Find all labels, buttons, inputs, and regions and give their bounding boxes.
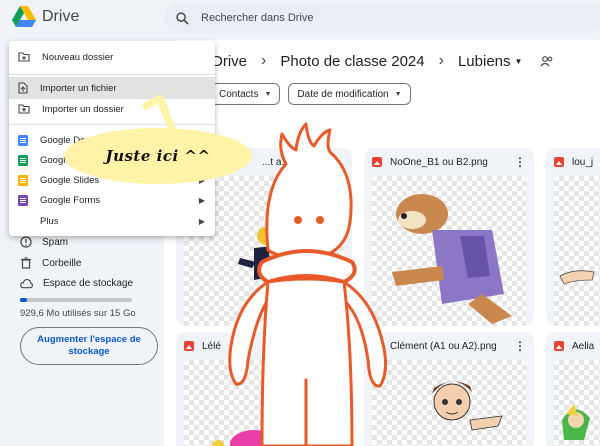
image-file-icon [184,341,194,351]
storage-progress-fill [20,298,27,302]
sidebar-item-label: Spam [42,236,69,248]
more-options-icon[interactable]: ⋮ [514,155,526,169]
annotation-bubble: Juste ici ^^ [64,128,252,184]
filter-date-chip[interactable]: Date de modification ▼ [288,83,411,105]
filter-bar: ▼ Contacts ▼ Date de modification ▼ [174,83,411,105]
search-input[interactable] [201,12,501,24]
menu-item-new-folder[interactable]: Nouveau dossier [9,46,215,68]
file-thumbnail [372,360,526,446]
breadcrumb: Drive › Photo de classe 2024 › Lubiens ▼ [212,52,554,70]
menu-item-label: Importer un fichier [40,82,117,94]
file-thumbnail [554,176,600,326]
menu-divider [9,124,215,125]
chevron-right-icon: ▶ [198,216,205,226]
menu-item-more[interactable]: Plus ▶ [9,210,215,232]
app-name: Drive [42,8,80,25]
google-slides-icon [18,174,28,186]
chip-label: Contacts [219,88,259,100]
menu-item-label: Google Forms [40,194,101,206]
file-name: Lélé [202,340,221,352]
image-file-icon [554,341,564,351]
drive-logo-icon [12,6,36,27]
file-name: Aelia [572,340,595,352]
caret-down-icon: ▼ [514,56,523,66]
menu-item-label: Google Slides [40,174,100,186]
file-card[interactable]: Clément (A1 ou A2).png ⋮ [364,332,534,446]
file-name: NoOne_B1 ou B2.png [390,156,488,168]
shared-folder-icon[interactable] [540,55,554,67]
image-file-icon [372,157,382,167]
file-name: ...t a1.png [262,156,307,168]
menu-divider [9,74,215,75]
chevron-right-icon: ▶ [198,195,205,205]
sidebar-item-label: Corbeille [42,257,82,269]
file-card[interactable]: lou_j [546,148,600,326]
storage-progress-bar [20,298,132,302]
annotation-text: Juste ici ^^ [105,147,211,165]
trash-icon [21,257,31,269]
cloud-icon [20,279,33,289]
breadcrumb-current-folder[interactable]: Lubiens ▼ [458,53,522,70]
new-folder-icon [18,52,30,62]
file-card[interactable]: Aelia [546,332,600,446]
menu-item-upload-file[interactable]: Importer un fichier [9,77,215,99]
file-name: lou_j [572,156,594,168]
chevron-right-icon: › [261,52,267,69]
sidebar-item-trash[interactable]: Corbeille [20,257,81,269]
search-bar[interactable] [164,3,600,33]
sidebar-item-storage[interactable]: Espace de stockage [20,278,133,289]
file-upload-icon [18,82,28,94]
chevron-right-icon: › [438,52,444,69]
chip-label: Date de modification [297,88,389,100]
google-docs-icon [18,134,28,146]
more-options-icon[interactable]: ⋮ [514,339,526,353]
search-icon[interactable] [176,11,189,25]
filter-contacts-chip[interactable]: Contacts ▼ [210,83,281,105]
sidebar-item-spam[interactable]: Spam [20,236,68,248]
menu-item-google-forms[interactable]: Google Forms ▶ [9,189,215,211]
file-name: Clément (A1 ou A2).png [390,340,497,352]
sidebar-item-label: Espace de stockage [43,278,134,289]
menu-item-label: Nouveau dossier [42,51,114,63]
caret-down-icon: ▼ [264,90,272,98]
file-card[interactable]: Lélé [176,332,352,446]
file-thumbnail [372,176,526,326]
upgrade-storage-button[interactable]: Augmenter l'espace de stockage [20,327,158,365]
spam-icon [20,236,32,248]
storage-usage-text: 929,6 Mo utilisés sur 15 Go [20,308,136,319]
caret-down-icon: ▼ [394,90,402,98]
breadcrumb-drive[interactable]: Drive [212,53,247,70]
google-forms-icon [18,194,28,206]
breadcrumb-photo-de-classe[interactable]: Photo de classe 2024 [280,53,424,70]
google-sheets-icon [18,154,28,166]
menu-item-label: Importer un dossier [42,103,124,115]
menu-item-upload-folder[interactable]: Importer un dossier [9,98,215,120]
folder-upload-icon [18,104,30,114]
breadcrumb-lubiens: Lubiens [457,52,511,70]
file-card[interactable]: NoOne_B1 ou B2.png ⋮ [364,148,534,326]
image-file-icon [554,157,564,167]
drive-logo[interactable]: Drive [12,6,79,28]
file-thumbnail [554,360,600,446]
main-panel: Drive › Photo de classe 2024 › Lubiens ▼… [164,40,600,446]
menu-item-label: Plus [40,215,59,227]
file-thumbnail [184,360,344,446]
